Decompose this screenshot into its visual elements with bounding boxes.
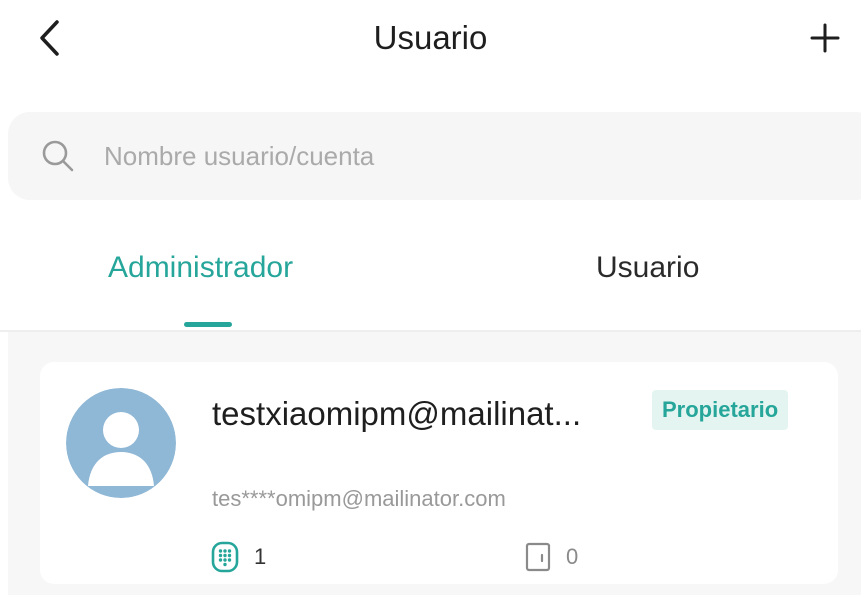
add-user-button[interactable] [803, 14, 847, 62]
door-count-stat: 0 [524, 540, 578, 574]
header-bar: Usuario [0, 0, 861, 80]
user-management-screen: Usuario Administrador Usuario [0, 0, 861, 595]
user-card[interactable]: testxiaomipm@mailinat... Propietario tes… [40, 362, 838, 584]
user-list: testxiaomipm@mailinat... Propietario tes… [8, 332, 861, 595]
user-name: testxiaomipm@mailinat... [212, 395, 582, 432]
active-tab-indicator [184, 322, 232, 327]
tab-administrador[interactable]: Administrador [108, 246, 293, 290]
default-avatar-icon [66, 388, 176, 498]
door-icon [525, 542, 551, 572]
role-tabs: Administrador Usuario [0, 232, 861, 332]
door-count: 0 [566, 544, 579, 569]
page-title: Usuario [373, 19, 488, 56]
search-icon [42, 140, 74, 172]
plus-icon [810, 23, 840, 53]
search-bar[interactable] [8, 112, 861, 200]
user-account: tes****omipm@mailinator.com [212, 486, 506, 511]
avatar [66, 388, 176, 498]
search-input[interactable] [104, 132, 804, 180]
keypad-count-stat: 1 [210, 540, 266, 574]
keypad-count: 1 [254, 544, 267, 569]
role-badge: Propietario [652, 390, 789, 430]
tab-usuario[interactable]: Usuario [596, 246, 699, 290]
keypad-icon [211, 541, 239, 573]
